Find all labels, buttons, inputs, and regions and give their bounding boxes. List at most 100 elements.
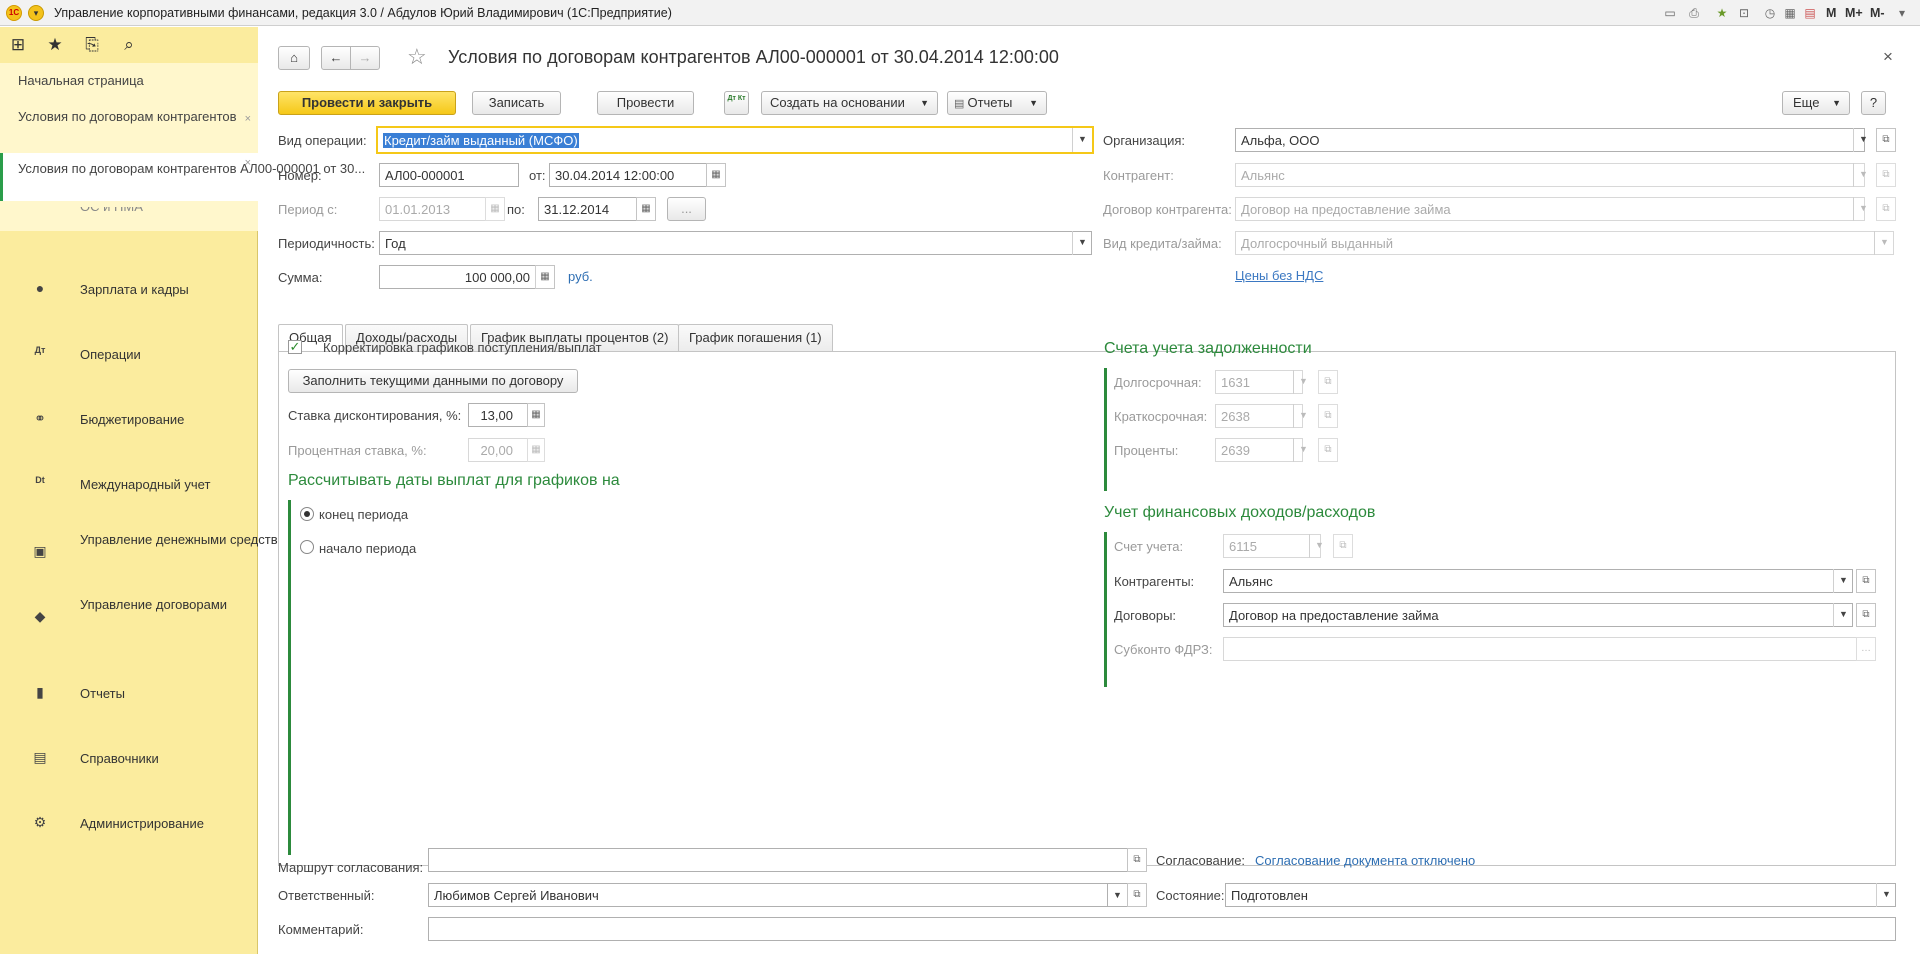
approval-link[interactable]: Согласование документа отключено xyxy=(1255,853,1475,868)
calendar-icon[interactable]: ▦ xyxy=(485,197,505,221)
adjust-schedules-checkbox[interactable]: ✓ xyxy=(288,340,302,354)
period-end-radio[interactable] xyxy=(300,507,314,521)
contracts-field[interactable]: Договор на предоставление займа xyxy=(1223,603,1853,627)
links-icon[interactable]: ⊡ xyxy=(1736,5,1752,21)
comment-field[interactable] xyxy=(428,917,1896,941)
responsible-field[interactable]: Любимов Сергей Иванович xyxy=(428,883,1108,907)
period-from-field[interactable]: 01.01.2013 xyxy=(379,197,486,221)
chevron-down-icon[interactable]: ▼ xyxy=(1853,197,1873,221)
memory-m-button[interactable]: M xyxy=(1826,6,1836,20)
save-icon[interactable]: ▭ xyxy=(1662,5,1678,21)
number-field[interactable]: АЛ00-000001 xyxy=(379,163,519,187)
search-icon[interactable]: ⌕ xyxy=(117,33,141,57)
more-button[interactable]: Еще ▼ xyxy=(1782,91,1850,115)
back-button[interactable]: ← xyxy=(321,46,351,70)
chevron-down-icon[interactable]: ▼ xyxy=(1876,883,1896,907)
sidebar-item-salary[interactable]: ● Зарплата и кадры xyxy=(0,274,258,304)
long-term-field[interactable]: 1631 xyxy=(1215,370,1303,394)
open-icon[interactable]: ⧉ xyxy=(1876,197,1896,221)
open-tab-contracts-list[interactable]: Условия по договорам контрагентов × xyxy=(0,109,258,149)
currency-link[interactable]: руб. xyxy=(568,269,593,284)
calendar-icon[interactable]: ▦ xyxy=(706,163,726,187)
chevron-down-icon[interactable]: ▼ xyxy=(1108,883,1128,907)
period-select-button[interactable]: ... xyxy=(667,197,706,221)
ellipsis-icon[interactable]: … xyxy=(1856,637,1876,661)
counterparty-field[interactable]: Альянс xyxy=(1235,163,1865,187)
memory-plus-button[interactable]: M+ xyxy=(1845,6,1863,20)
open-tab-home[interactable]: Начальная страница xyxy=(0,73,258,97)
open-icon[interactable]: ⧉ xyxy=(1318,404,1338,428)
open-icon[interactable]: ⧉ xyxy=(1127,848,1147,872)
periodicity-field[interactable]: Год xyxy=(379,231,1092,255)
main-menu-icon[interactable]: ▾ xyxy=(28,5,44,21)
chevron-down-icon[interactable]: ▼ xyxy=(1833,603,1853,627)
calculator-icon[interactable]: ▦ xyxy=(527,438,545,462)
fill-current-data-button[interactable]: Заполнить текущими данными по договору xyxy=(288,369,578,393)
open-icon[interactable]: ⧉ xyxy=(1876,128,1896,152)
history-icon[interactable]: ◷ xyxy=(1762,5,1778,21)
counterparties-field[interactable]: Альянс xyxy=(1223,569,1853,593)
save-button[interactable]: Записать xyxy=(472,91,561,115)
chevron-down-icon[interactable]: ▼ xyxy=(1072,128,1092,152)
home-button[interactable]: ⌂ xyxy=(278,46,310,70)
favorites-icon[interactable]: ★ xyxy=(1714,5,1730,21)
apps-grid-icon[interactable]: ⊞ xyxy=(6,33,30,57)
open-icon[interactable]: ⧉ xyxy=(1856,603,1876,627)
sidebar-item-operations[interactable]: Дт Операции xyxy=(0,339,258,369)
sidebar-item-intl-accounting[interactable]: Dt Международный учет xyxy=(0,469,258,499)
chevron-down-icon[interactable]: ▼ xyxy=(1874,231,1894,255)
history-icon[interactable]: ⎘ xyxy=(80,33,104,57)
contract-field[interactable]: Договор на предоставление займа xyxy=(1235,197,1865,221)
help-button[interactable]: ? xyxy=(1861,91,1886,115)
calculator-icon[interactable]: ▦ xyxy=(1782,5,1798,21)
percent-account-field[interactable]: 2639 xyxy=(1215,438,1303,462)
close-icon[interactable]: × xyxy=(245,111,251,127)
date-field[interactable]: 30.04.2014 12:00:00 xyxy=(549,163,707,187)
chevron-down-icon[interactable]: ▼ xyxy=(1309,534,1329,558)
subconto-field[interactable] xyxy=(1223,637,1876,661)
sidebar-item-cash-management[interactable]: ▣ Управление денежными средствами xyxy=(0,532,301,572)
calendar-icon[interactable]: ▤ xyxy=(1802,5,1818,21)
period-to-field[interactable]: 31.12.2014 xyxy=(538,197,637,221)
close-icon[interactable]: × xyxy=(245,155,251,171)
chevron-down-icon[interactable]: ▼ xyxy=(1293,404,1313,428)
chevron-down-icon[interactable]: ▼ xyxy=(1833,569,1853,593)
create-based-on-button[interactable]: Создать на основании ▼ xyxy=(761,91,938,115)
sidebar-item-contract-management[interactable]: ◆ Управление договорами xyxy=(0,597,258,637)
short-term-field[interactable]: 2638 xyxy=(1215,404,1303,428)
forward-button[interactable]: → xyxy=(350,46,380,70)
state-field[interactable]: Подготовлен xyxy=(1225,883,1896,907)
chevron-down-icon[interactable]: ▼ xyxy=(1853,163,1873,187)
star-icon[interactable]: ★ xyxy=(43,33,67,57)
chevron-down-icon[interactable]: ▼ xyxy=(1293,438,1313,462)
open-icon[interactable]: ⧉ xyxy=(1127,883,1147,907)
prices-without-vat-link[interactable]: Цены без НДС xyxy=(1235,268,1323,283)
credit-type-field[interactable]: Долгосрочный выданный xyxy=(1235,231,1894,255)
dt-kt-button[interactable]: Дт Кт xyxy=(724,91,749,115)
sidebar-item-references[interactable]: ▤ Справочники xyxy=(0,743,258,773)
post-button[interactable]: Провести xyxy=(597,91,694,115)
sum-field[interactable]: 100 000,00 xyxy=(379,265,555,289)
post-and-close-button[interactable]: Провести и закрыть xyxy=(278,91,456,115)
memory-minus-button[interactable]: M- xyxy=(1870,6,1885,20)
chevron-down-icon[interactable]: ▼ xyxy=(1072,231,1092,255)
calculator-icon[interactable]: ▦ xyxy=(527,403,545,427)
favorite-star-icon[interactable]: ☆ xyxy=(407,44,427,70)
print-icon[interactable]: ⎙ xyxy=(1686,5,1702,21)
open-tab-current-document[interactable]: Условия по договорам контрагентов АЛ00-0… xyxy=(0,153,365,201)
open-icon[interactable]: ⧉ xyxy=(1318,370,1338,394)
organization-field[interactable]: Альфа, ООО xyxy=(1235,128,1865,152)
account-field[interactable]: 6115 xyxy=(1223,534,1321,558)
chevron-down-icon[interactable]: ▼ xyxy=(1853,128,1873,152)
chevron-down-icon[interactable]: ▼ xyxy=(1293,370,1313,394)
close-icon[interactable]: × xyxy=(1883,47,1893,67)
sidebar-item-reports[interactable]: ▮ Отчеты xyxy=(0,678,258,708)
sidebar-item-administration[interactable]: ⚙ Администрирование xyxy=(0,808,258,838)
period-start-radio[interactable] xyxy=(300,540,314,554)
route-field[interactable] xyxy=(428,848,1128,872)
calendar-icon[interactable]: ▦ xyxy=(636,197,656,221)
open-icon[interactable]: ⧉ xyxy=(1318,438,1338,462)
open-icon[interactable]: ⧉ xyxy=(1856,569,1876,593)
op-type-field[interactable]: Кредит/займ выданный (МСФО) xyxy=(376,126,1094,154)
open-icon[interactable]: ⧉ xyxy=(1333,534,1353,558)
